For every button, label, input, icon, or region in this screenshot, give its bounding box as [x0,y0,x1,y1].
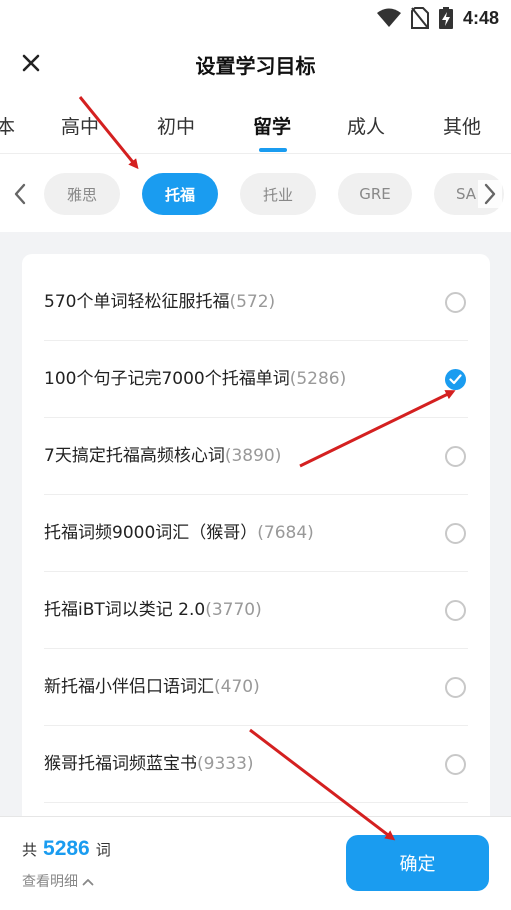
book-name: 托福词频9000词汇（猴哥） [44,523,258,543]
radio-checked[interactable] [445,369,466,390]
status-time: 4:48 [462,7,499,28]
page-title: 设置学习目标 [195,54,316,78]
list-item[interactable]: 7天搞定托福高频核心词(3890) [22,418,490,495]
battery-charging-icon [438,7,453,29]
footer-bar: 共 5286 词 查看明细 确定 [0,816,511,910]
book-name: 新托福小伴侣口语词汇 [44,677,214,697]
tab-adult[interactable]: 成人 [347,112,385,139]
radio-unchecked[interactable] [445,677,466,698]
level-tabs: 本 高中 初中 留学 成人 其他 [0,100,511,154]
radio-unchecked[interactable] [445,600,466,621]
wordbook-list: 570个单词轻松征服托福(572) 100个句子记完7000个托福单词(5286… [22,254,490,816]
confirm-button[interactable]: 确定 [346,835,489,891]
book-name: 7天搞定托福高频核心词 [44,446,225,466]
list-item[interactable]: 托福词频9000词汇（猴哥）(7684) [22,495,490,572]
book-count: (9333) [197,754,254,774]
list-item[interactable]: 570个单词轻松征服托福(572) [22,264,490,341]
book-count: (470) [214,677,260,697]
book-name: 570个单词轻松征服托福 [44,292,230,312]
list-item[interactable]: 猴哥托福词频蓝宝书(9333) [22,726,490,803]
book-count: (7684) [257,523,314,543]
total-count: 5286 [43,837,90,860]
chevron-right-icon[interactable] [478,180,502,208]
chip-gre[interactable]: GRE [338,173,412,215]
wifi-icon [376,8,401,28]
chevron-left-icon[interactable] [8,180,32,208]
radio-unchecked[interactable] [445,292,466,313]
check-icon [449,374,462,385]
tab-high-school[interactable]: 高中 [61,112,99,139]
radio-unchecked[interactable] [445,754,466,775]
book-name: 托福iBT词以类记 2.0 [44,600,206,620]
radio-unchecked[interactable] [445,446,466,467]
divider [44,802,468,803]
tab-middle-school[interactable]: 初中 [157,112,195,139]
status-bar: 4:48 [0,0,511,36]
chip-toefl[interactable]: 托福 [142,173,218,215]
total-words: 共 5286 词 [22,837,111,860]
view-detail-link[interactable]: 查看明细 [22,871,94,891]
no-sim-icon [410,7,429,29]
radio-unchecked[interactable] [445,523,466,544]
book-count: (572) [229,292,276,312]
chip-toeic[interactable]: 托业 [240,173,316,215]
exam-chips-row: 雅思 托福 托业 GRE SA [0,156,511,232]
tab-other[interactable]: 其他 [443,112,481,139]
book-count: (5286) [289,369,347,389]
header: 设置学习目标 [0,36,511,90]
book-count: (3770) [205,600,262,620]
chip-ielts[interactable]: 雅思 [44,173,120,215]
book-name: 猴哥托福词频蓝宝书 [44,754,197,774]
tab-study-abroad[interactable]: 留学 [253,112,291,139]
list-item[interactable]: 托福iBT词以类记 2.0(3770) [22,572,490,649]
tab-ben[interactable]: 本 [0,112,15,139]
book-count: (3890) [224,446,282,466]
chevron-up-icon [82,879,94,886]
list-item[interactable]: 新托福小伴侣口语词汇(470) [22,649,490,726]
active-tab-indicator [259,148,287,152]
book-name: 100个句子记完7000个托福单词 [44,369,290,389]
list-item[interactable]: 100个句子记完7000个托福单词(5286) [22,341,490,418]
